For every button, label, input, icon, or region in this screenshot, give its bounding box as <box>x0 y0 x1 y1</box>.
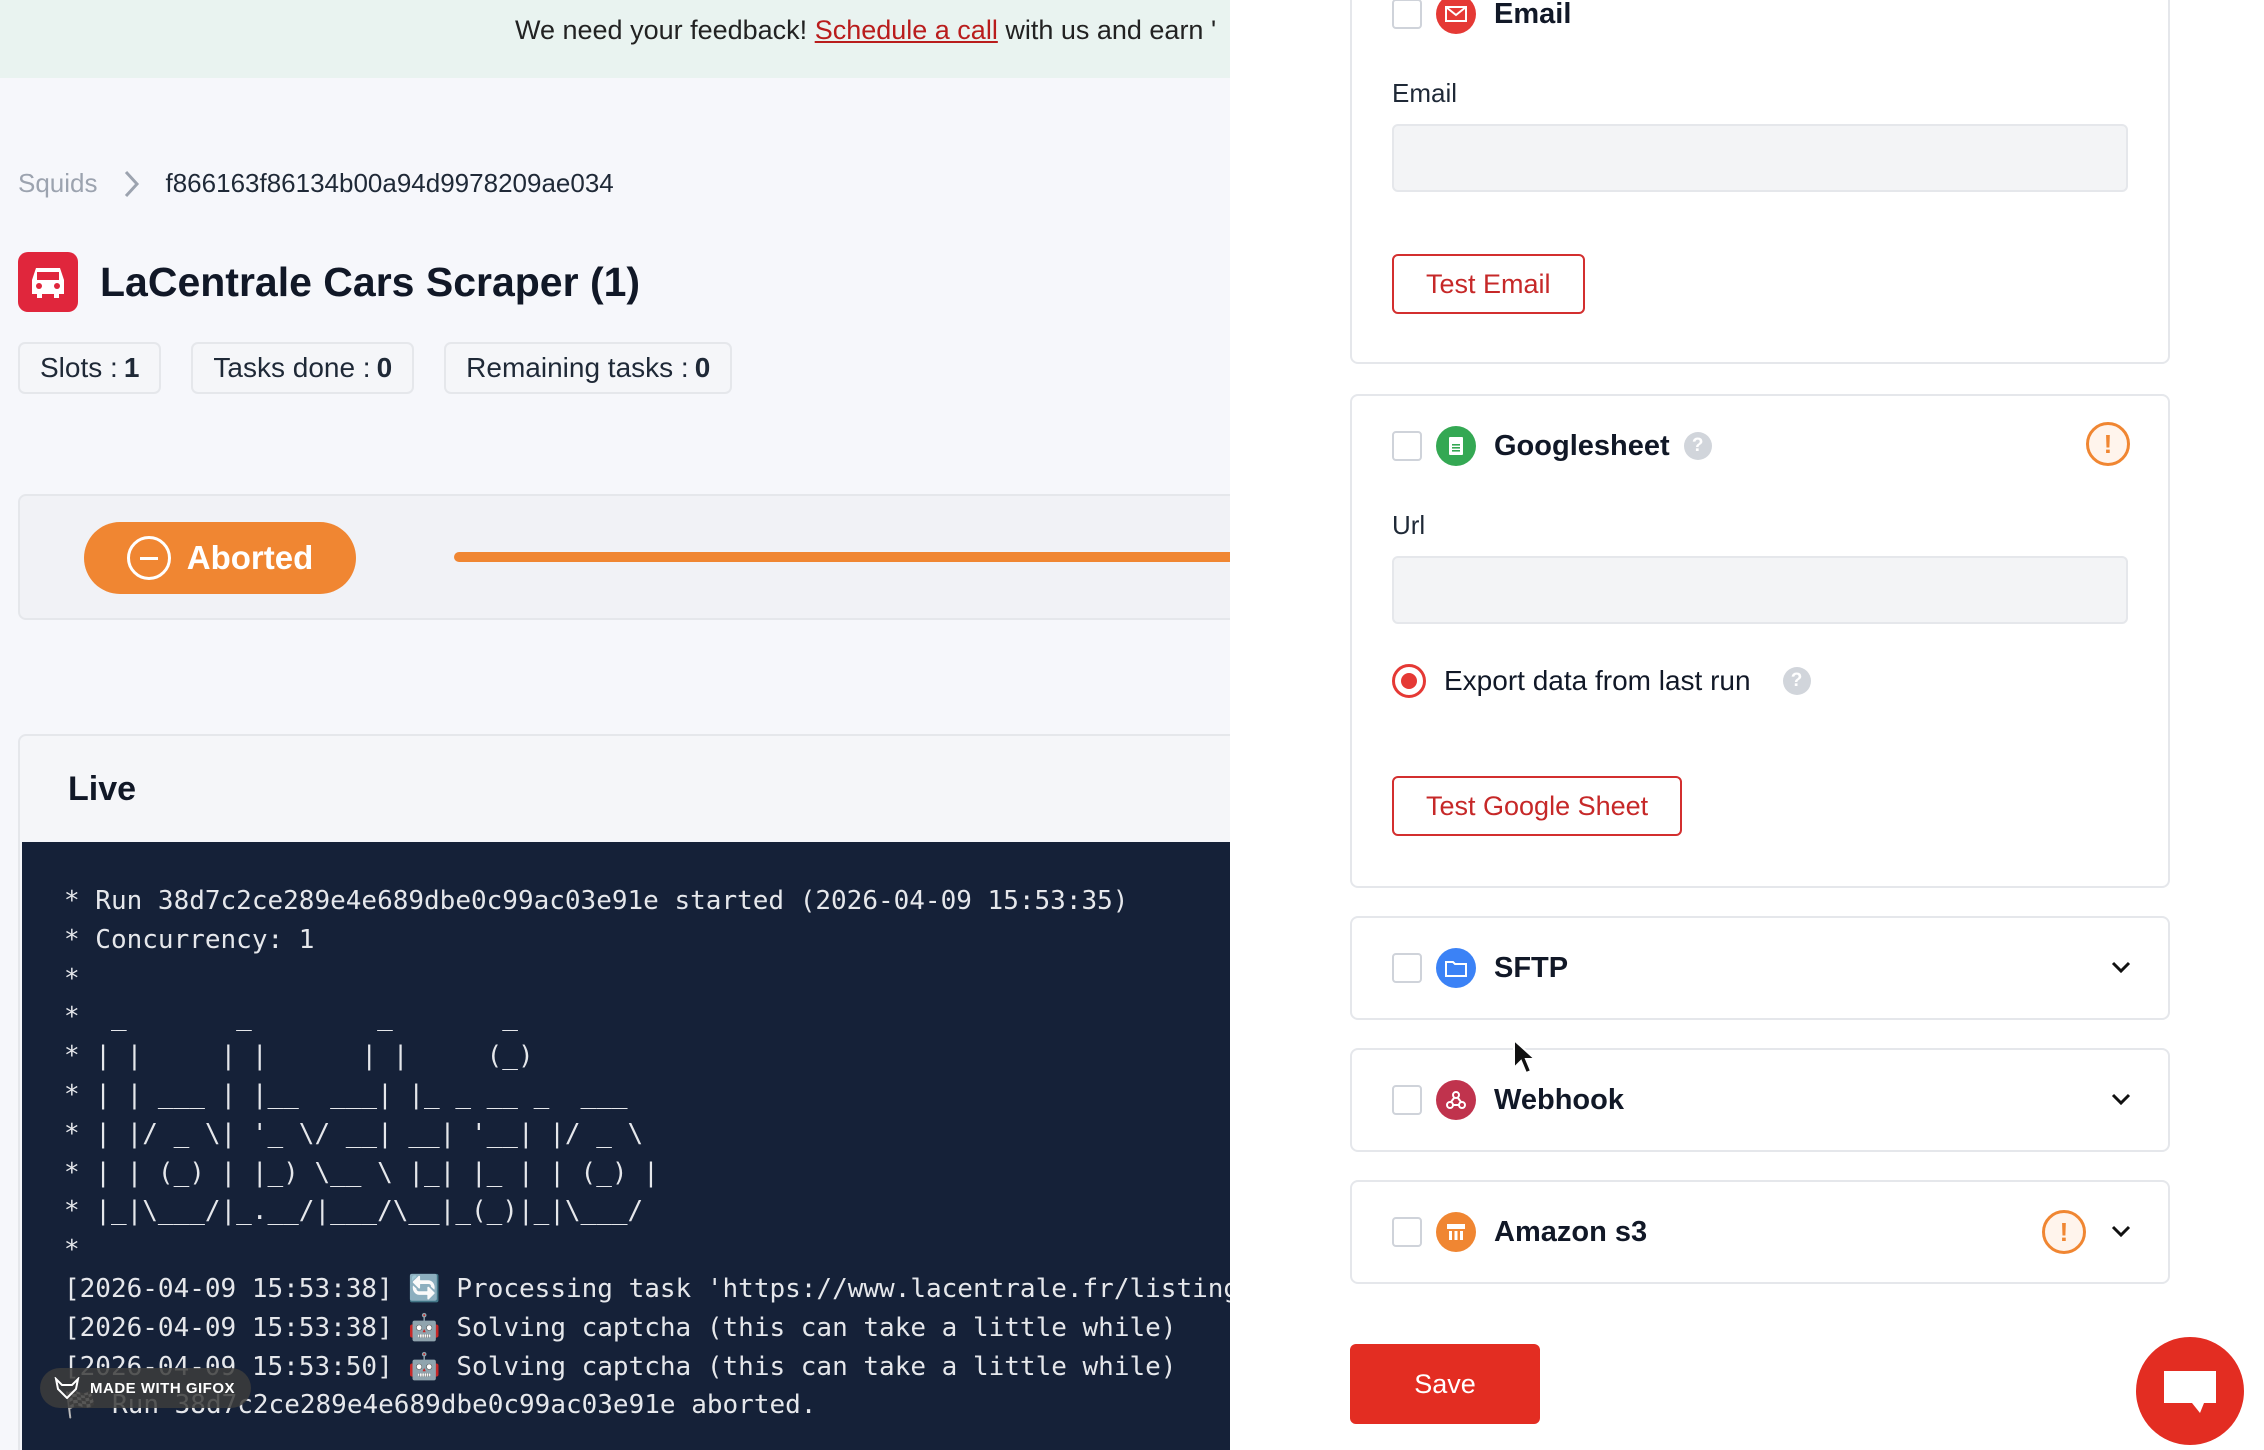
feedback-banner: We need your feedback! Schedule a call w… <box>0 0 1230 78</box>
email-field-label: Email <box>1392 78 1458 108</box>
stats-bar: Slots : 1 Tasks done : 0 Remaining tasks… <box>18 342 733 394</box>
log-line: [2026-04-09 15:53:38] 🔄 Processing task … <box>64 1273 1230 1304</box>
status-label: Aborted <box>186 539 314 576</box>
chevron-right-icon <box>124 170 139 197</box>
banner-text-before: We need your feedback! <box>515 15 815 45</box>
banner-text-after: with us and earn ' <box>997 15 1217 45</box>
page-title: LaCentrale Cars Scraper (1) <box>100 258 641 305</box>
stat-tasks-done: Tasks done : 0 <box>191 342 415 394</box>
export-last-run-radio[interactable] <box>1392 664 1426 698</box>
mouse-cursor-icon <box>1513 1038 1538 1075</box>
webhook-card-title: Webhook <box>1494 1083 1624 1116</box>
email-card-title: Email <box>1494 0 1572 30</box>
chevron-down-icon[interactable] <box>2104 950 2138 984</box>
sftp-checkbox[interactable] <box>1392 953 1422 983</box>
log-line: * | | (_) | |_) \__ \ |_| |_ | | (_) | <box>64 1157 659 1188</box>
webhook-icon <box>1436 1080 1476 1120</box>
s3-integration-card[interactable]: Amazon s3 ! <box>1350 1180 2170 1284</box>
breadcrumb-current: f866163f86134b00a94d9978209ae034 <box>165 168 614 198</box>
help-icon[interactable]: ? <box>1683 432 1712 460</box>
chat-icon <box>2164 1371 2216 1413</box>
test-email-button[interactable]: Test Email <box>1392 254 1585 314</box>
squid-page: We need your feedback! Schedule a call w… <box>0 0 1230 1450</box>
fox-icon <box>54 1377 80 1399</box>
warning-icon[interactable]: ! <box>2042 1210 2086 1254</box>
sheet-icon <box>1436 426 1476 466</box>
s3-card-header: Amazon s3 <box>1392 1212 1647 1252</box>
page-header: LaCentrale Cars Scraper (1) <box>18 252 640 312</box>
folder-icon <box>1436 948 1476 988</box>
s3-card-title: Amazon s3 <box>1494 1215 1648 1248</box>
googlesheet-integration-card: Googlesheet ? ! Url Export data from las… <box>1350 394 2170 888</box>
minus-circle-icon <box>126 536 171 580</box>
googlesheet-card-header: Googlesheet ? <box>1392 426 1712 466</box>
webhook-card-header: Webhook <box>1392 1080 1624 1120</box>
email-integration-card: Email Email Test Email <box>1350 0 2170 364</box>
email-card-header: Email <box>1392 0 1571 34</box>
googlesheet-checkbox[interactable] <box>1392 431 1422 461</box>
chevron-down-icon[interactable] <box>2104 1214 2138 1248</box>
log-line: * <box>64 1235 80 1266</box>
s3-checkbox[interactable] <box>1392 1217 1422 1247</box>
log-line: * <box>64 963 80 994</box>
sftp-card-header: SFTP <box>1392 948 1568 988</box>
sftp-integration-card[interactable]: SFTP <box>1350 916 2170 1020</box>
stat-remaining-value: 0 <box>694 352 711 383</box>
stat-tasks-done-value: 0 <box>376 352 393 383</box>
log-line: * _ _ _ _ <box>64 1002 518 1033</box>
email-field[interactable] <box>1392 124 2128 192</box>
stat-slots-label: Slots : <box>40 352 118 383</box>
schedule-call-link[interactable]: Schedule a call <box>815 15 998 45</box>
chevron-down-icon[interactable] <box>2104 1082 2138 1116</box>
chat-support-button[interactable] <box>2136 1337 2244 1445</box>
log-line: * | | | | | | (_) <box>64 1041 534 1072</box>
log-line: * Concurrency: 1 <box>64 924 315 955</box>
test-google-sheet-button[interactable]: Test Google Sheet <box>1392 776 1683 836</box>
status-badge: Aborted <box>84 522 356 594</box>
live-log-card: Live * Run 38d7c2ce289e4e689dbe0c99ac03e… <box>18 734 1230 1450</box>
stat-remaining-label: Remaining tasks : <box>466 352 689 383</box>
webhook-checkbox[interactable] <box>1392 1085 1422 1115</box>
googlesheet-card-title: Googlesheet <box>1494 429 1670 462</box>
export-option: Export data from last run ? <box>1392 664 1811 698</box>
stat-tasks-done-label: Tasks done : <box>213 352 371 383</box>
save-button[interactable]: Save <box>1350 1344 1540 1424</box>
banner-text: We need your feedback! Schedule a call w… <box>515 15 1216 46</box>
stat-slots: Slots : 1 <box>18 342 162 394</box>
car-icon <box>18 252 78 312</box>
watermark-text: MADE WITH GIFOX <box>90 1379 235 1397</box>
stat-slots-value: 1 <box>123 352 140 383</box>
help-icon[interactable]: ? <box>1782 667 1811 695</box>
log-line: * | | ___ | |__ ___| |_ _ __ _ ___ <box>64 1079 628 1110</box>
integrations-panel: Email Email Test Email Googlesheet ? ! U… <box>1230 0 2264 1450</box>
breadcrumb-squids-link[interactable]: Squids <box>18 168 98 199</box>
progress-bar <box>454 552 1230 562</box>
run-status-card: Aborted <box>18 494 1230 620</box>
export-last-run-label[interactable]: Export data from last run <box>1444 665 1751 697</box>
envelope-icon <box>1436 0 1476 34</box>
sftp-card-title: SFTP <box>1494 951 1569 984</box>
url-field-label: Url <box>1392 510 1426 540</box>
live-console: * Run 38d7c2ce289e4e689dbe0c99ac03e91e s… <box>22 842 1230 1450</box>
bucket-icon <box>1436 1212 1476 1252</box>
stat-remaining-tasks: Remaining tasks : 0 <box>444 342 733 394</box>
log-line: * Run 38d7c2ce289e4e689dbe0c99ac03e91e s… <box>64 886 1129 916</box>
email-checkbox[interactable] <box>1392 0 1422 29</box>
breadcrumb: Squids f866163f86134b00a94d9978209ae034 <box>18 168 614 199</box>
webhook-integration-card[interactable]: Webhook <box>1350 1048 2170 1152</box>
live-title: Live <box>68 770 137 808</box>
log-line: * | |/ _ \| '_ \/ __| __| '__| |/ _ \ <box>64 1118 644 1149</box>
gifox-watermark: MADE WITH GIFOX <box>40 1368 251 1408</box>
url-field[interactable] <box>1392 556 2128 624</box>
log-line: * |_|\___/|_.__/|___/\__|_(_)|_|\___/ <box>64 1196 644 1227</box>
log-line: [2026-04-09 15:53:38] 🤖 Solving captcha … <box>64 1312 1177 1343</box>
warning-icon[interactable]: ! <box>2086 422 2130 466</box>
